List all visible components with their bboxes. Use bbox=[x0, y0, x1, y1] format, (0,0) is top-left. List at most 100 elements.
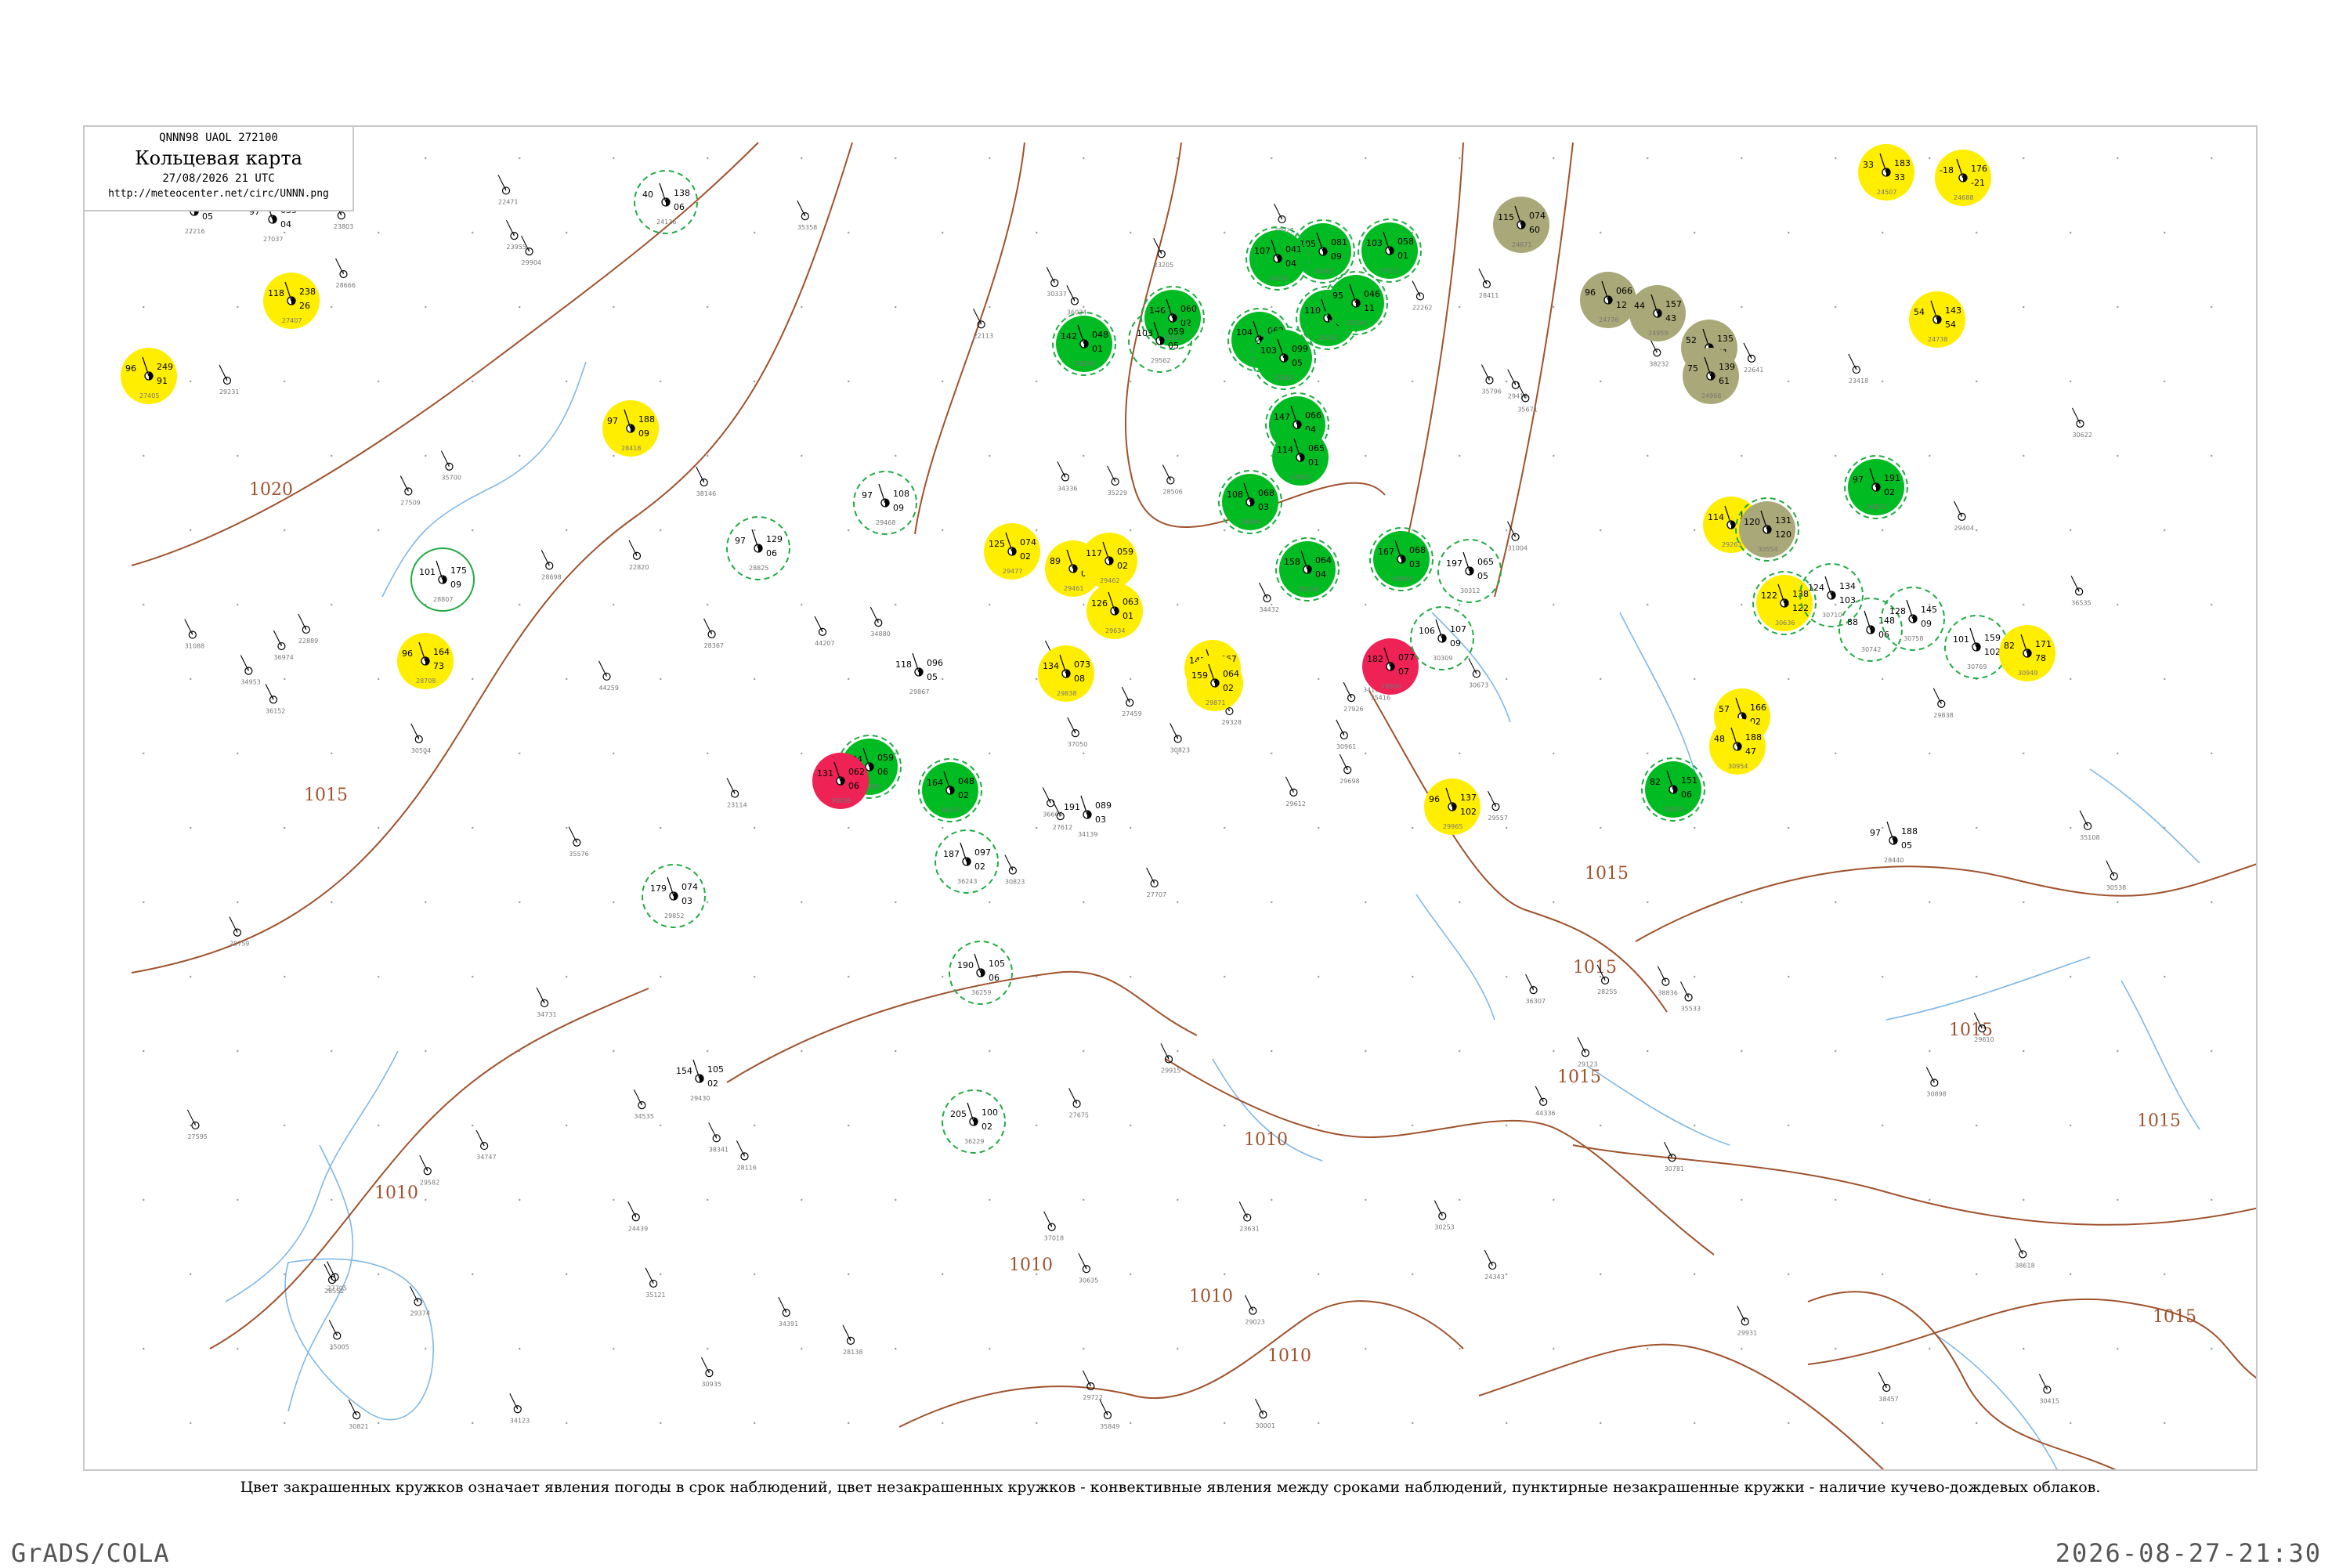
pressure-value: 188 bbox=[638, 414, 655, 425]
station-index: 29123 bbox=[1578, 1060, 1597, 1068]
wind-barb bbox=[2038, 1374, 2048, 1390]
grid-dot bbox=[237, 1050, 239, 1053]
grid-dot bbox=[1459, 901, 1461, 904]
pressure-value: 048 bbox=[1092, 330, 1108, 340]
grid-dot bbox=[1177, 454, 1179, 457]
grid-dot bbox=[754, 380, 756, 383]
pressure-value: 062 bbox=[848, 767, 865, 777]
grid-dot bbox=[1459, 603, 1461, 606]
station-marker: 074 179 03 29852 bbox=[642, 864, 706, 928]
station-plain: 30337 bbox=[1046, 266, 1067, 298]
pressure-tendency-value: -21 bbox=[1971, 178, 1985, 188]
station-circle bbox=[423, 1167, 432, 1176]
station-index: 30710 bbox=[1822, 612, 1842, 619]
grid-dot bbox=[143, 1050, 145, 1053]
grid-dot bbox=[707, 752, 709, 755]
grid-dot bbox=[1647, 603, 1649, 606]
grid-dot bbox=[1647, 157, 1649, 160]
temperature-value: 33 bbox=[1863, 160, 1874, 170]
grid-dot bbox=[190, 529, 192, 532]
grid-dot bbox=[2070, 1124, 2072, 1127]
station-index: 28418 bbox=[621, 445, 641, 452]
grid-dot bbox=[1553, 603, 1555, 606]
grid-dot bbox=[707, 305, 709, 309]
temperature-value: 103 bbox=[1137, 328, 1153, 338]
wind-barb bbox=[1043, 1211, 1053, 1227]
grid-dot bbox=[1600, 380, 1602, 383]
station-marker: 100 205 02 36229 bbox=[942, 1089, 1006, 1154]
wind-barb bbox=[1535, 1086, 1544, 1103]
temperature-value: 187 bbox=[943, 849, 960, 859]
map-title: Кольцевая карта bbox=[135, 147, 302, 169]
station-index: 30312 bbox=[1460, 587, 1480, 594]
grid-dot bbox=[237, 901, 239, 904]
grid-dot bbox=[1224, 1124, 1226, 1127]
pressure-tendency-value: 04 bbox=[280, 219, 291, 229]
grid-dot bbox=[1083, 305, 1085, 309]
station-plain: 35849 bbox=[1099, 1399, 1119, 1430]
wind-barb bbox=[814, 616, 823, 633]
station-index: 22820 bbox=[629, 564, 649, 571]
grid-dot bbox=[1976, 1124, 1978, 1127]
grid-dot bbox=[1788, 1124, 1790, 1127]
grid-dot bbox=[237, 305, 239, 309]
station-plain: 38836 bbox=[1657, 966, 1678, 997]
grid-dot bbox=[1083, 1198, 1085, 1201]
grid-dot bbox=[2164, 1422, 2166, 1425]
grid-dot bbox=[895, 752, 897, 755]
station-index: 36259 bbox=[971, 989, 991, 996]
grid-dot bbox=[2070, 529, 2072, 532]
grid-dot bbox=[1271, 1347, 1273, 1350]
grid-dot bbox=[754, 826, 756, 829]
grid-dot bbox=[707, 454, 709, 457]
station-plain: 44259 bbox=[598, 660, 619, 692]
wind-barb bbox=[1953, 500, 1962, 518]
wind-barb bbox=[328, 1320, 338, 1336]
wind-barb bbox=[2079, 810, 2088, 827]
station-index: 36152 bbox=[266, 707, 285, 714]
station-plain: 23418 bbox=[1848, 353, 1868, 385]
wind-barb bbox=[700, 1357, 710, 1374]
temperature-value: 158 bbox=[1284, 557, 1300, 567]
station-index: 24125 bbox=[1268, 275, 1288, 282]
pressure-value: 064 bbox=[1315, 555, 1332, 565]
temperature-value: 97 bbox=[735, 536, 746, 546]
wind-barb bbox=[633, 1089, 642, 1106]
wind-barb bbox=[419, 1155, 428, 1172]
station-plain: 22113 bbox=[973, 309, 993, 339]
pressure-value: 059 bbox=[1117, 547, 1133, 557]
wind-barb bbox=[598, 660, 607, 677]
grid-dot bbox=[1741, 1050, 1743, 1053]
temperature-value: 167 bbox=[1378, 547, 1394, 557]
pressure-tendency-value: 03 bbox=[682, 896, 692, 906]
station-plain: 29404 bbox=[1953, 500, 1974, 532]
pressure-tendency-value: 02 bbox=[1020, 551, 1031, 562]
grid-dot bbox=[801, 305, 803, 309]
station-index: 38341 bbox=[709, 1146, 728, 1153]
grads-credit: GrADS/COLA bbox=[11, 1538, 170, 1568]
wind-barb bbox=[1507, 369, 1517, 385]
grid-dot bbox=[848, 380, 850, 383]
wind-barb bbox=[1238, 1201, 1248, 1218]
station-index: 23418 bbox=[1849, 378, 1868, 385]
temperature-value: 97 bbox=[607, 416, 618, 426]
wind-barb bbox=[1099, 1399, 1108, 1416]
isobar-line bbox=[1478, 1343, 1885, 1469]
grid-dot bbox=[613, 157, 615, 160]
isobar-label: 1010 bbox=[1009, 1255, 1053, 1275]
grid-dot bbox=[1177, 1198, 1179, 1201]
isobar-line bbox=[1368, 690, 1668, 1013]
station-plain: 30823 bbox=[1004, 854, 1025, 885]
station-marker: 048 142 01 29638 bbox=[1052, 312, 1116, 376]
grid-dot bbox=[378, 677, 380, 681]
station-plain: 34123 bbox=[509, 1393, 530, 1424]
temperature-value: 106 bbox=[1419, 626, 1435, 636]
grid-dot bbox=[331, 603, 333, 606]
pressure-value: 081 bbox=[1331, 237, 1347, 247]
station-index: 34731 bbox=[537, 1011, 556, 1018]
station-plain: 29418 bbox=[1507, 369, 1528, 400]
wind-barb bbox=[1743, 342, 1752, 359]
grid-dot bbox=[613, 305, 615, 309]
grid-dot bbox=[1553, 305, 1555, 309]
grid-dot bbox=[1036, 529, 1038, 532]
